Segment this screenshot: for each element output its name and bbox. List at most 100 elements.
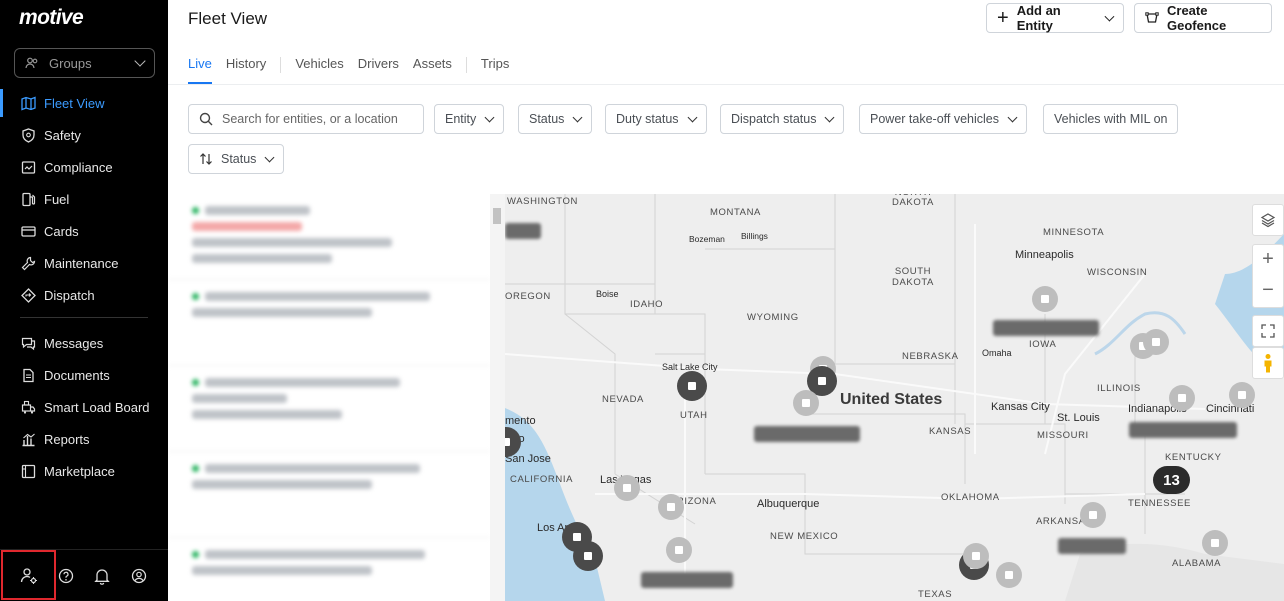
state-label: MINNESOTA: [1043, 227, 1105, 238]
wrench-icon: [21, 256, 36, 271]
pto-filter-label: Power take-off vehicles: [870, 112, 999, 126]
vehicle-marker[interactable]: [793, 390, 819, 416]
cluster-count-badge[interactable]: 13: [1153, 466, 1190, 494]
vehicle-marker[interactable]: [1032, 286, 1058, 312]
state-label: IDAHO: [630, 299, 664, 310]
sidebar-item-label: Maintenance: [44, 255, 119, 271]
zoom-out-icon[interactable]: −: [1262, 276, 1274, 307]
vehicle-marker[interactable]: [1143, 329, 1169, 355]
vehicle-marker[interactable]: [573, 541, 603, 571]
zoom-in-icon[interactable]: +: [1262, 245, 1274, 276]
view-tabs: Live History Vehicles Drivers Assets Tri…: [188, 56, 523, 84]
city-label: Minneapolis: [1015, 249, 1074, 261]
bell-icon[interactable]: [92, 566, 112, 586]
state-label: WISCONSIN: [1087, 267, 1148, 278]
list-item[interactable]: [168, 538, 490, 601]
pto-vehicles-filter[interactable]: Power take-off vehicles: [859, 104, 1027, 134]
state-label: NEBRASKA: [902, 351, 959, 362]
city-label: Bozeman: [689, 234, 725, 244]
highlight-box: [1, 550, 56, 600]
entity-filter[interactable]: Entity: [434, 104, 505, 134]
add-entity-label: Add an Entity: [1016, 3, 1061, 33]
sidebar-item-marketplace[interactable]: Marketplace: [0, 455, 168, 487]
sidebar-item-dispatch[interactable]: Dispatch: [0, 279, 168, 311]
mil-on-filter[interactable]: Vehicles with MIL on: [1043, 104, 1179, 134]
fleet-map[interactable]: WASHINGTON MONTANA NORTH DAKOTA MINNESOT…: [505, 194, 1284, 601]
sidebar-item-smart-load-board[interactable]: Smart Load Board: [0, 391, 168, 423]
vehicle-name-label: [641, 572, 733, 588]
state-label: OREGON: [505, 291, 551, 302]
map-icon: [21, 96, 36, 111]
chevron-down-icon: [825, 112, 835, 122]
street-view-button[interactable]: [1252, 347, 1284, 379]
mil-filter-label: Vehicles with MIL on: [1054, 112, 1168, 126]
vehicle-marker[interactable]: [1169, 385, 1195, 411]
layers-button[interactable]: [1252, 204, 1284, 236]
fullscreen-button[interactable]: [1252, 315, 1284, 347]
state-label: NEVADA: [602, 394, 644, 405]
sidebar-item-safety[interactable]: Safety: [0, 119, 168, 151]
status-filter[interactable]: Status: [518, 104, 593, 134]
sidebar-item-compliance[interactable]: Compliance: [0, 151, 168, 183]
marketplace-icon: [21, 464, 36, 479]
zoom-controls: + −: [1252, 244, 1284, 308]
state-label: WASHINGTON: [507, 196, 578, 207]
vehicle-marker[interactable]: [1080, 502, 1106, 528]
state-label: UTAH: [680, 410, 708, 421]
help-icon[interactable]: [56, 566, 76, 586]
fullscreen-icon: [1261, 324, 1275, 338]
vehicle-marker[interactable]: [614, 475, 640, 501]
list-item[interactable]: [168, 452, 490, 538]
tab-history[interactable]: History: [226, 56, 266, 84]
sidebar: motive Groups Fleet View Safety Complian…: [0, 0, 168, 601]
add-entity-button[interactable]: + Add an Entity: [986, 3, 1124, 33]
status-filter-label: Status: [529, 112, 565, 126]
tab-divider: [465, 57, 467, 73]
search-placeholder: Search for entities, or a location: [222, 112, 398, 126]
state-label: KANSAS: [929, 426, 972, 437]
vehicle-marker[interactable]: [677, 371, 707, 401]
sort-status-button[interactable]: Status: [188, 144, 285, 174]
dispatch-status-filter[interactable]: Dispatch status: [720, 104, 845, 134]
tab-live[interactable]: Live: [188, 56, 212, 84]
sidebar-item-reports[interactable]: Reports: [0, 423, 168, 455]
search-icon: [199, 112, 213, 126]
entity-filter-label: Entity: [445, 112, 477, 126]
tab-divider: [280, 57, 282, 73]
list-item[interactable]: [168, 366, 490, 452]
chevron-down-icon: [1007, 112, 1018, 122]
sidebar-item-cards[interactable]: Cards: [0, 215, 168, 247]
vehicle-marker[interactable]: [658, 494, 684, 520]
account-icon[interactable]: [129, 566, 149, 586]
sidebar-item-messages[interactable]: Messages: [0, 327, 168, 359]
chevron-down-icon: [134, 55, 146, 67]
message-icon: [21, 336, 36, 351]
sidebar-item-maintenance[interactable]: Maintenance: [0, 247, 168, 279]
tab-trips[interactable]: Trips: [481, 56, 509, 84]
list-item[interactable]: [168, 280, 490, 366]
sidebar-item-fleet-view[interactable]: Fleet View: [0, 87, 168, 119]
motive-logo[interactable]: motive: [19, 6, 84, 30]
tab-assets[interactable]: Assets: [413, 56, 452, 84]
vehicle-marker[interactable]: [996, 562, 1022, 588]
state-label: KENTUCKY: [1165, 452, 1222, 463]
chevron-down-icon: [1104, 11, 1115, 21]
vehicle-marker[interactable]: [1202, 530, 1228, 556]
vehicle-marker[interactable]: [1229, 382, 1255, 408]
vehicle-marker[interactable]: [963, 543, 989, 569]
list-item[interactable]: [168, 194, 490, 280]
tabs-divider: [168, 84, 1284, 85]
state-label: IOWA: [1029, 339, 1057, 350]
groups-dropdown[interactable]: Groups: [14, 48, 155, 78]
sidebar-item-label: Cards: [44, 223, 79, 239]
scroll-thumb[interactable]: [493, 208, 501, 224]
sidebar-item-fuel[interactable]: Fuel: [0, 183, 168, 215]
create-geofence-button[interactable]: Create Geofence: [1134, 3, 1272, 33]
search-input[interactable]: Search for entities, or a location: [188, 104, 424, 134]
vehicle-marker[interactable]: [666, 537, 692, 563]
tab-vehicles[interactable]: Vehicles: [295, 56, 343, 84]
list-scrollbar[interactable]: [490, 194, 505, 601]
tab-drivers[interactable]: Drivers: [358, 56, 399, 84]
sidebar-item-documents[interactable]: Documents: [0, 359, 168, 391]
duty-status-filter[interactable]: Duty status: [605, 104, 707, 134]
